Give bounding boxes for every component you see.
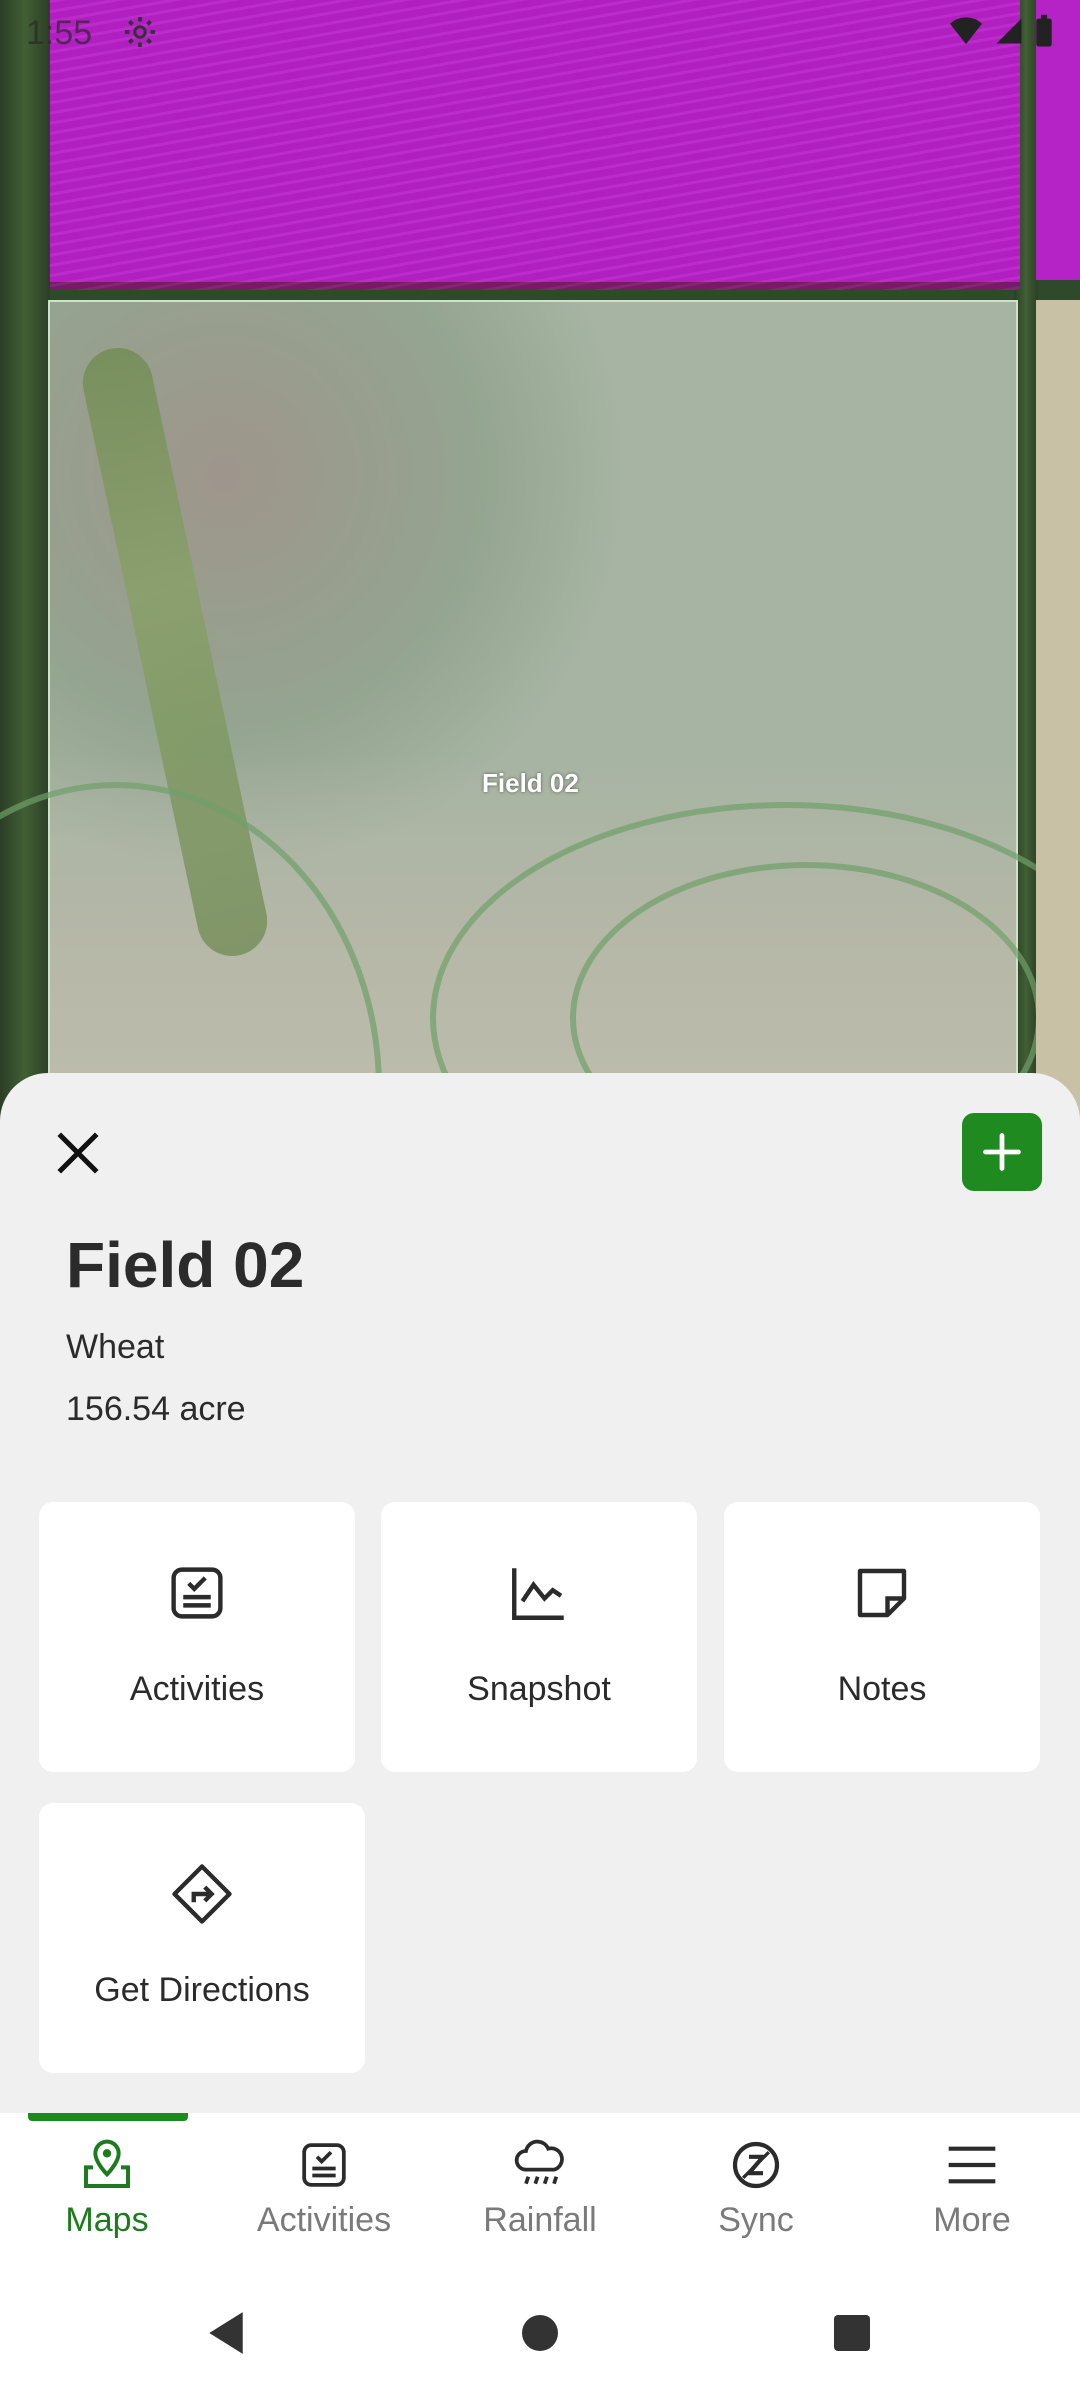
add-button[interactable] [962, 1113, 1042, 1191]
map-field-polygon[interactable] [1036, 300, 1080, 1120]
nav-label-more: More [933, 2201, 1011, 2239]
nav-item-maps[interactable]: Maps [7, 2137, 207, 2257]
nav-item-sync[interactable]: Sync [656, 2137, 856, 2257]
status-time: 1:55 [26, 14, 93, 52]
activities-icon [171, 1567, 223, 1619]
field-title: Field 02 [66, 1229, 305, 1301]
get-directions-tile[interactable]: Get Directions [39, 1803, 365, 2073]
field-details-sheet: Field 02 Wheat 156.54 acre Activities Sn… [0, 1073, 1080, 2113]
nav-active-indicator [28, 2113, 188, 2121]
nav-item-activities[interactable]: Activities [224, 2137, 424, 2257]
map-pin-icon [84, 2139, 130, 2188]
activities-tile-label: Activities [129, 1670, 265, 1708]
nav-item-more[interactable]: More [872, 2137, 1072, 2257]
battery-icon [1036, 14, 1052, 47]
system-back-button[interactable] [196, 2303, 256, 2363]
wifi-icon [950, 17, 982, 45]
system-home-button[interactable] [510, 2303, 570, 2363]
field-crop: Wheat [66, 1328, 165, 1366]
nav-label-sync: Sync [718, 2201, 794, 2239]
map-view[interactable]: Field 02 1:55 [0, 0, 1080, 1120]
nav-label-activities: Activities [256, 2201, 392, 2239]
status-icons [948, 14, 1054, 48]
field-area: 156.54 acre [66, 1390, 246, 1428]
snapshot-tile-label: Snapshot [467, 1670, 611, 1708]
menu-icon [948, 2146, 996, 2184]
map-field-polygon-highlighted[interactable] [50, 0, 1020, 290]
map-field-label: Field 02 [482, 768, 579, 798]
cell-signal-icon [996, 18, 1022, 44]
settings-gear-icon [125, 17, 155, 47]
rain-cloud-icon [514, 2139, 564, 2185]
notes-tile[interactable]: Notes [724, 1502, 1040, 1772]
snapshot-tile[interactable]: Snapshot [381, 1502, 697, 1772]
plus-icon [983, 1133, 1021, 1171]
nav-item-rainfall[interactable]: Rainfall [440, 2137, 640, 2257]
sync-icon [732, 2141, 780, 2189]
activities-tile[interactable]: Activities [39, 1502, 355, 1772]
snapshot-chart-icon [512, 1568, 564, 1620]
close-button[interactable] [48, 1123, 108, 1183]
get-directions-tile-label: Get Directions [94, 1971, 310, 2009]
notes-icon [857, 1568, 907, 1618]
directions-icon [172, 1864, 232, 1924]
nav-label-maps: Maps [65, 2201, 149, 2239]
nav-label-rainfall: Rainfall [483, 2201, 597, 2239]
map-field-polygon-selected[interactable] [0, 300, 1080, 1120]
recents-square-icon [834, 2315, 870, 2351]
close-icon [57, 1132, 99, 1174]
back-triangle-icon [209, 2312, 243, 2354]
home-circle-icon [522, 2315, 558, 2351]
system-navigation-bar [0, 2273, 1080, 2400]
system-recents-button[interactable] [822, 2303, 882, 2363]
activities-icon [302, 2143, 346, 2187]
notes-tile-label: Notes [837, 1670, 927, 1708]
bottom-navigation: Maps Activities Rainfall Sync More [0, 2113, 1080, 2273]
